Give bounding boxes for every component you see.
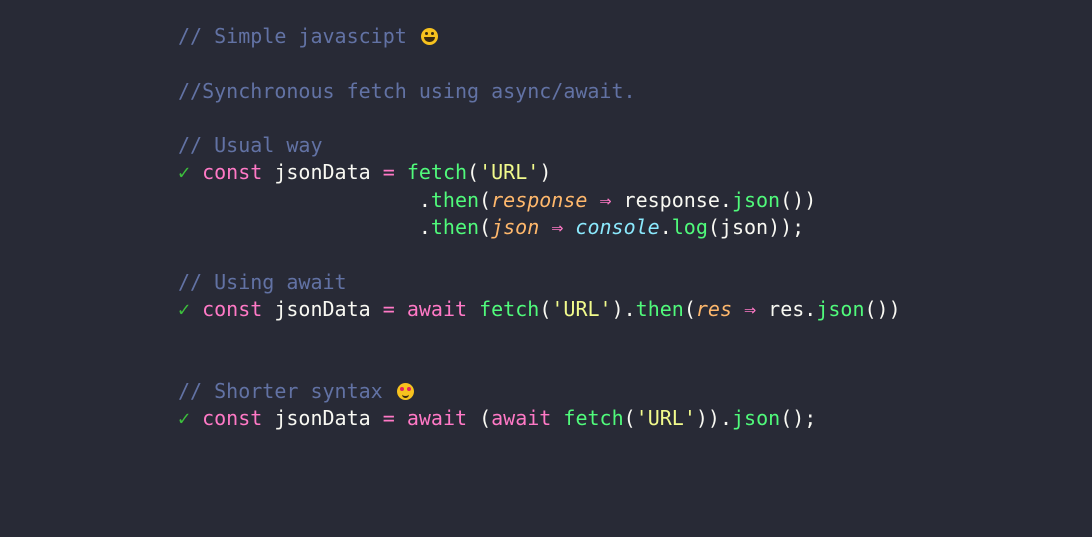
checkmark-icon: ✓ [178,160,191,185]
keyword-token: = [382,406,395,431]
text-token: . [659,215,672,240]
code-line: ✓ const jsonData = await (await fetch('U… [178,405,901,432]
text-token: ()) [864,296,901,321]
parameter-token: json [491,215,540,240]
string-token: 'URL' [635,406,696,431]
comment-token: // Using await [178,269,347,294]
function-token: then [430,187,480,212]
comment-token: // Simple javascipt [178,24,419,48]
heart-eyes-icon [396,382,414,400]
code-line: .then(json ⇒ console.log(json)); [178,214,901,241]
string-token: 'URL' [551,296,612,321]
keyword-token: const [202,406,263,431]
text-token: ( [479,215,492,240]
string-token: 'URL' [479,160,540,185]
function-token: then [430,215,480,240]
text-token: . [178,187,431,212]
code-line: // Shorter syntax [178,378,901,405]
parameter-token: response [491,187,588,212]
keyword-token: const [202,160,263,185]
checkmark-icon: ✓ [178,296,191,321]
text-token: ( [467,160,480,185]
code-line: // Simple javascipt [178,23,901,50]
comment-token: //Synchronous fetch using async/await. [178,78,636,103]
text-token: ( [539,296,552,321]
function-token: json [731,187,781,212]
text-token: res. [756,296,817,321]
text-token: ()) [780,187,817,212]
code-line: //Synchronous fetch using async/await. [178,78,901,105]
checkmark-icon: ✓ [178,406,191,431]
text-token: ( [467,406,492,431]
code-line: ✓ const jsonData = fetch('URL') [178,159,901,186]
text-token: response. [611,187,732,212]
code-block: // Simple javascipt //Synchronous fetch … [178,23,901,432]
keyword-token: await [491,406,552,431]
function-token: json [732,406,781,431]
keyword-token: = [382,296,395,321]
code-line: // Using await [178,269,901,296]
keyword-token: await [406,296,468,321]
text-token: (); [780,406,817,431]
code-line: // Usual way [178,132,901,159]
code-line: .then(response ⇒ response.json()) [178,187,901,214]
text-token: jsonData [262,160,383,185]
text-token: ( [479,187,492,212]
text-token: jsonData [262,296,383,321]
code-line: ✓ const jsonData = await fetch('URL').th… [178,296,901,323]
function-token: then [635,296,684,321]
function-token: log [671,215,708,240]
text-token: ) [539,160,552,185]
builtin-token: console [575,215,660,240]
function-token: fetch [406,160,468,185]
text-token: ). [611,296,636,321]
function-token: fetch [479,296,540,321]
comment-token: // Shorter syntax [178,378,395,403]
parameter-token: res [695,296,733,321]
arrow-token: ⇒ [551,215,564,240]
comment-token: // Usual way [178,133,323,158]
keyword-token: const [202,296,263,321]
text-token: ( [683,296,696,321]
arrow-token: ⇒ [599,187,612,212]
function-token: fetch [563,406,624,431]
text-token: (json)); [707,215,805,240]
arrow-token: ⇒ [744,296,757,321]
text-token: jsonData [262,406,383,431]
text-token: )). [695,406,733,431]
text-token: . [178,215,431,240]
grinning-face-icon [420,28,438,45]
function-token: json [816,296,865,321]
keyword-token: = [382,160,395,185]
keyword-token: await [406,406,468,431]
text-token: ( [623,406,636,431]
